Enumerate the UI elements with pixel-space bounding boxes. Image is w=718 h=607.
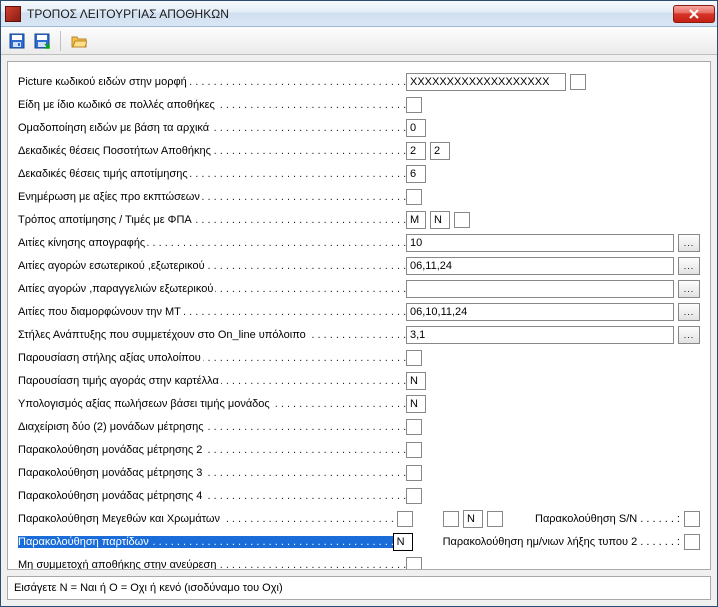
label-same-code: Είδη με ίδιο κωδικό σε πολλές αποθήκες [18, 99, 217, 111]
row-sales-value-calc: Υπολογισμός αξίας πωλήσεων βάσει τιμής μ… [18, 392, 700, 415]
input-mt-reasons[interactable] [406, 303, 674, 321]
input-purchase-reasons[interactable] [406, 257, 674, 275]
row-mt-reasons: Αιτίες που διαμορφώνουν την ΜΤ ... [18, 300, 700, 323]
label-price-decimals: Δεκαδικές θέσεις τιμής αποτίμησης [18, 168, 190, 180]
label-purchase-price-card: Παρουσίαση τιμής αγοράς στην καρτέλλα [18, 375, 221, 387]
label-sales-value-calc: Υπολογισμός αξίας πωλήσεων βάσει τιμής μ… [18, 398, 272, 410]
row-valuation: Τρόπος αποτίμησης / Τιμές με ΦΠΑ [18, 208, 700, 231]
label-online-balance: Στήλες Ανάπτυξης που συμμετέχουν στο On_… [18, 329, 308, 341]
row-unit4: Παρακολούθηση μονάδας μέτρησης 4 [18, 484, 700, 507]
input-qty-decimals-2[interactable] [430, 142, 450, 160]
row-exclude-search: Μη συμμετοχή αποθήκης στην ανεύρεση [18, 553, 700, 570]
checkbox-pre-discount[interactable] [406, 189, 422, 205]
row-price-decimals: Δεκαδικές θέσεις τιμής αποτίμησης [18, 162, 700, 185]
app-window: ΤΡΟΠΟΣ ΛΕΙΤΟΥΡΓΙΑΣ ΑΠΟΘΗΚΩΝ [0, 0, 718, 607]
label-valuation: Τρόπος αποτίμησης / Τιμές με ΦΠΑ [18, 214, 194, 226]
close-button[interactable] [673, 5, 715, 23]
statusbar: Εισάγετε Ν = Ναι ή Ο = Οχι ή κενό (ισοδύ… [7, 576, 711, 600]
save-icon [34, 33, 50, 49]
folder-open-icon [71, 33, 87, 49]
input-sizes-colors[interactable] [463, 510, 483, 528]
label-balance-value-col: Παρουσίαση στήλης αξίας υπολοίπου [18, 352, 203, 364]
titlebar[interactable]: ΤΡΟΠΟΣ ΛΕΙΤΟΥΡΓΙΑΣ ΑΠΟΘΗΚΩΝ [1, 1, 717, 27]
input-qty-decimals-1[interactable] [406, 142, 426, 160]
checkbox-exclude-search[interactable] [406, 557, 422, 571]
lookup-mt-reasons[interactable]: ... [678, 303, 700, 321]
row-unit2: Παρακολούθηση μονάδας μέτρησης 2 [18, 438, 700, 461]
row-batches: Παρακολούθηση παρτίδων Παρακολούθηση ημ/… [18, 530, 700, 553]
checkbox-unit4[interactable] [406, 488, 422, 504]
checkbox-two-units[interactable] [406, 419, 422, 435]
row-balance-value-col: Παρουσίαση στήλης αξίας υπολοίπου [18, 346, 700, 369]
window-title: ΤΡΟΠΟΣ ΛΕΙΤΟΥΡΓΙΑΣ ΑΠΟΘΗΚΩΝ [27, 7, 673, 21]
row-unit3: Παρακολούθηση μονάδας μέτρησης 3 [18, 461, 700, 484]
lookup-foreign-purchase[interactable]: ... [678, 280, 700, 298]
row-sizes-colors: Παρακολούθηση Μεγεθών και Χρωμάτων Παρακ… [18, 507, 700, 530]
checkbox-sizes-colors-2[interactable] [443, 511, 459, 527]
lookup-inventory-reasons[interactable]: ... [678, 234, 700, 252]
row-pre-discount: Ενημέρωση με αξίες προ εκπτώσεων [18, 185, 700, 208]
label-exclude-search: Μη συμμετοχή αποθήκης στην ανεύρεση [18, 559, 218, 571]
open-button[interactable] [69, 31, 89, 51]
row-picture-code: Picture κωδικού ειδών στην μορφή [18, 70, 700, 93]
input-purchase-price-card[interactable] [406, 372, 426, 390]
checkbox-same-code[interactable] [406, 97, 422, 113]
row-grouping: Ομαδοποίηση ειδών με βάση τα αρχικά [18, 116, 700, 139]
checkbox-expiry-tracking[interactable] [684, 534, 700, 550]
save-icon [9, 33, 25, 49]
save-as-button[interactable] [32, 31, 52, 51]
label-sn-tracking: Παρακολούθηση S/N [535, 513, 680, 525]
toolbar-divider [60, 31, 61, 51]
checkbox-sn-tracking[interactable] [684, 511, 700, 527]
checkbox-picture-code[interactable] [570, 74, 586, 90]
label-mt-reasons: Αιτίες που διαμορφώνουν την ΜΤ [18, 306, 183, 318]
close-icon [689, 9, 699, 19]
row-two-units: Διαχείριση δύο (2) μονάδων μέτρησης [18, 415, 700, 438]
input-inventory-reasons[interactable] [406, 234, 674, 252]
input-sales-value-calc[interactable] [406, 395, 426, 413]
app-icon [5, 6, 21, 22]
input-batches[interactable] [393, 533, 413, 551]
label-batches: Παρακολούθηση παρτίδων [18, 536, 151, 548]
input-online-balance[interactable] [406, 326, 674, 344]
row-purchase-price-card: Παρουσίαση τιμής αγοράς στην καρτέλλα [18, 369, 700, 392]
label-unit2: Παρακολούθηση μονάδας μέτρησης 2 [18, 444, 204, 456]
label-unit3: Παρακολούθηση μονάδας μέτρησης 3 [18, 467, 204, 479]
label-qty-decimals: Δεκαδικές θέσεις Ποσοτήτων Αποθήκης [18, 145, 213, 157]
lookup-purchase-reasons[interactable]: ... [678, 257, 700, 275]
input-grouping[interactable] [406, 119, 426, 137]
form-panel: Picture κωδικού ειδών στην μορφή Είδη με… [7, 61, 711, 570]
row-qty-decimals: Δεκαδικές θέσεις Ποσοτήτων Αποθήκης [18, 139, 700, 162]
input-foreign-purchase[interactable] [406, 280, 674, 298]
label-foreign-purchase: Αιτίες αγορών ,παραγγελιών εξωτερικού [18, 283, 215, 295]
label-purchase-reasons: Αιτίες αγορών εσωτερικού ,εξωτερικού [18, 260, 207, 272]
checkbox-unit2[interactable] [406, 442, 422, 458]
checkbox-valuation[interactable] [454, 212, 470, 228]
row-same-code: Είδη με ίδιο κωδικό σε πολλές αποθήκες [18, 93, 700, 116]
checkbox-sizes-colors[interactable] [397, 511, 413, 527]
label-expiry-tracking: Παρακολούθηση ημ/νιων λήξης τυπου 2 [443, 536, 680, 548]
checkbox-unit3[interactable] [406, 465, 422, 481]
input-valuation-2[interactable] [430, 211, 450, 229]
status-text: Εισάγετε Ν = Ναι ή Ο = Οχι ή κενό (ισοδύ… [14, 582, 283, 594]
row-purchase-reasons: Αιτίες αγορών εσωτερικού ,εξωτερικού ... [18, 254, 700, 277]
label-picture-code: Picture κωδικού ειδών στην μορφή [18, 76, 189, 88]
label-inventory-reasons: Αιτίες κίνησης απογραφής [18, 237, 147, 249]
row-online-balance: Στήλες Ανάπτυξης που συμμετέχουν στο On_… [18, 323, 700, 346]
label-pre-discount: Ενημέρωση με αξίες προ εκπτώσεων [18, 191, 202, 203]
checkbox-balance-value-col[interactable] [406, 350, 422, 366]
lookup-online-balance[interactable]: ... [678, 326, 700, 344]
input-price-decimals[interactable] [406, 165, 426, 183]
input-picture-code[interactable] [406, 73, 566, 91]
label-two-units: Διαχείριση δύο (2) μονάδων μέτρησης [18, 421, 206, 433]
input-valuation-1[interactable] [406, 211, 426, 229]
label-grouping: Ομαδοποίηση ειδών με βάση τα αρχικά [18, 122, 211, 134]
checkbox-sizes-colors-3[interactable] [487, 511, 503, 527]
row-foreign-purchase: Αιτίες αγορών ,παραγγελιών εξωτερικού ..… [18, 277, 700, 300]
row-inventory-reasons: Αιτίες κίνησης απογραφής ... [18, 231, 700, 254]
save-button[interactable] [7, 31, 27, 51]
toolbar [1, 27, 717, 55]
label-unit4: Παρακολούθηση μονάδας μέτρησης 4 [18, 490, 204, 502]
label-sizes-colors: Παρακολούθηση Μεγεθών και Χρωμάτων [18, 513, 222, 525]
